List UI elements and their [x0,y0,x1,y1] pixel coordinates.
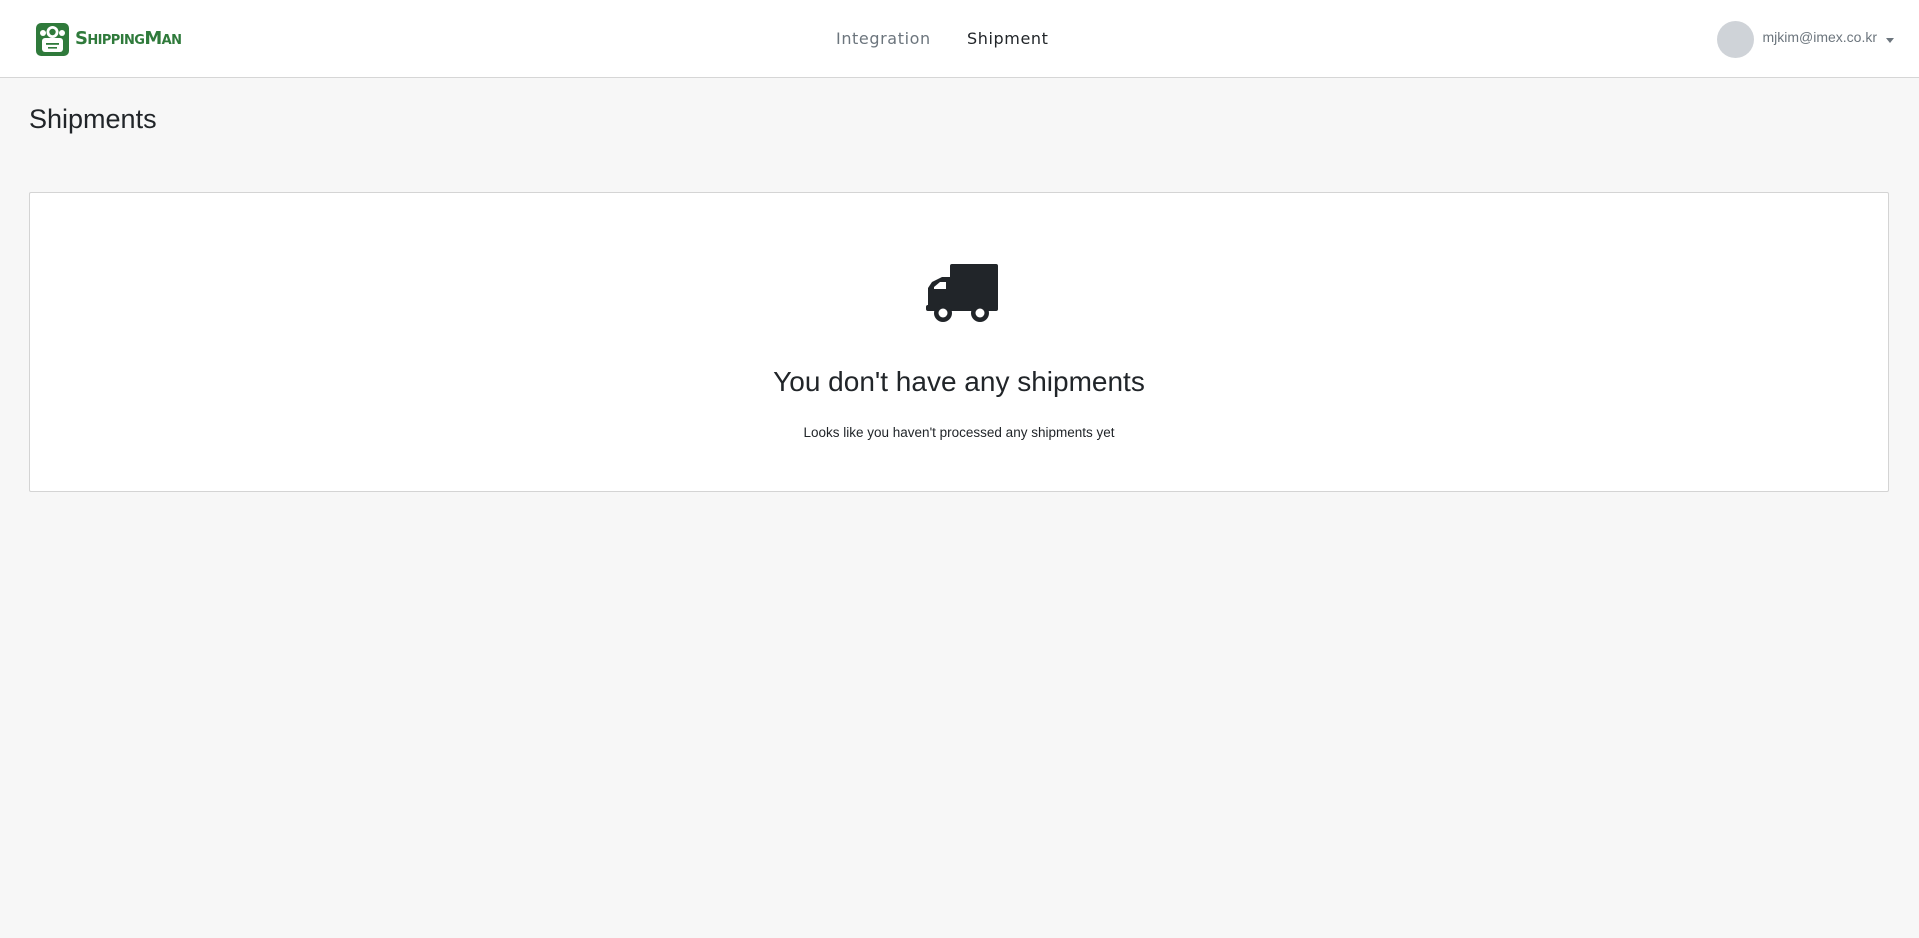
nav-link-shipment[interactable]: Shipment [967,29,1049,48]
top-navbar: ShippingMan Integration Shipment mjkim@i… [0,0,1919,78]
user-email: mjkim@imex.co.kr [1762,29,1877,45]
user-menu-dropdown[interactable]: mjkim@imex.co.kr [1717,21,1894,58]
brand-home-link[interactable]: ShippingMan [36,21,182,56]
empty-state-subtitle: Looks like you haven't processed any shi… [803,425,1115,440]
empty-state-card: You don't have any shipments Looks like … [29,192,1889,492]
shippingman-logo-icon [36,23,69,56]
nav-link-integration[interactable]: Integration [836,29,931,48]
brand-name: ShippingMan [75,28,182,49]
page-title: Shipments [29,104,157,134]
truck-icon [926,264,998,322]
caret-down-icon [1886,38,1894,43]
empty-state-title: You don't have any shipments [773,366,1145,397]
avatar [1717,21,1755,58]
main-nav: Integration Shipment [0,0,1919,78]
